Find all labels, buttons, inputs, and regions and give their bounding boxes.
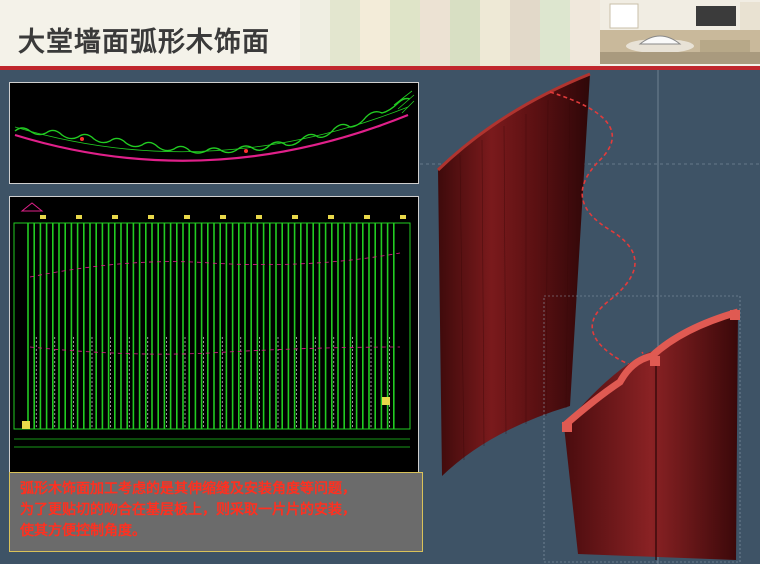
wood-panel-render-icon [420, 70, 760, 564]
note-line-2: 为了更贴切的吻合在基层板上，则采取一片片的安装， [20, 502, 356, 518]
description-note: 弧形木饰面加工考虑的是其伸缩缝及安装角度等问题， 为了更贴切的吻合在基层板上，则… [9, 472, 423, 552]
header-stripes [300, 0, 600, 66]
cad-elevation-drawing-icon [9, 196, 419, 518]
note-line-3: 使其方便控制角度。 [20, 523, 146, 539]
slide-title: 大堂墙面弧形木饰面 [18, 27, 270, 58]
content-stage: 弧形木饰面加工考虑的是其伸缩缝及安装角度等问题， 为了更贴切的吻合在基层板上，则… [0, 70, 760, 564]
note-line-1: 弧形木饰面加工考虑的是其伸缩缝及安装角度等问题， [20, 481, 356, 497]
room-photo-icon [600, 0, 760, 64]
slide-header: 大堂墙面弧形木饰面 [0, 0, 760, 66]
cad-plan-drawing-icon [9, 82, 419, 184]
